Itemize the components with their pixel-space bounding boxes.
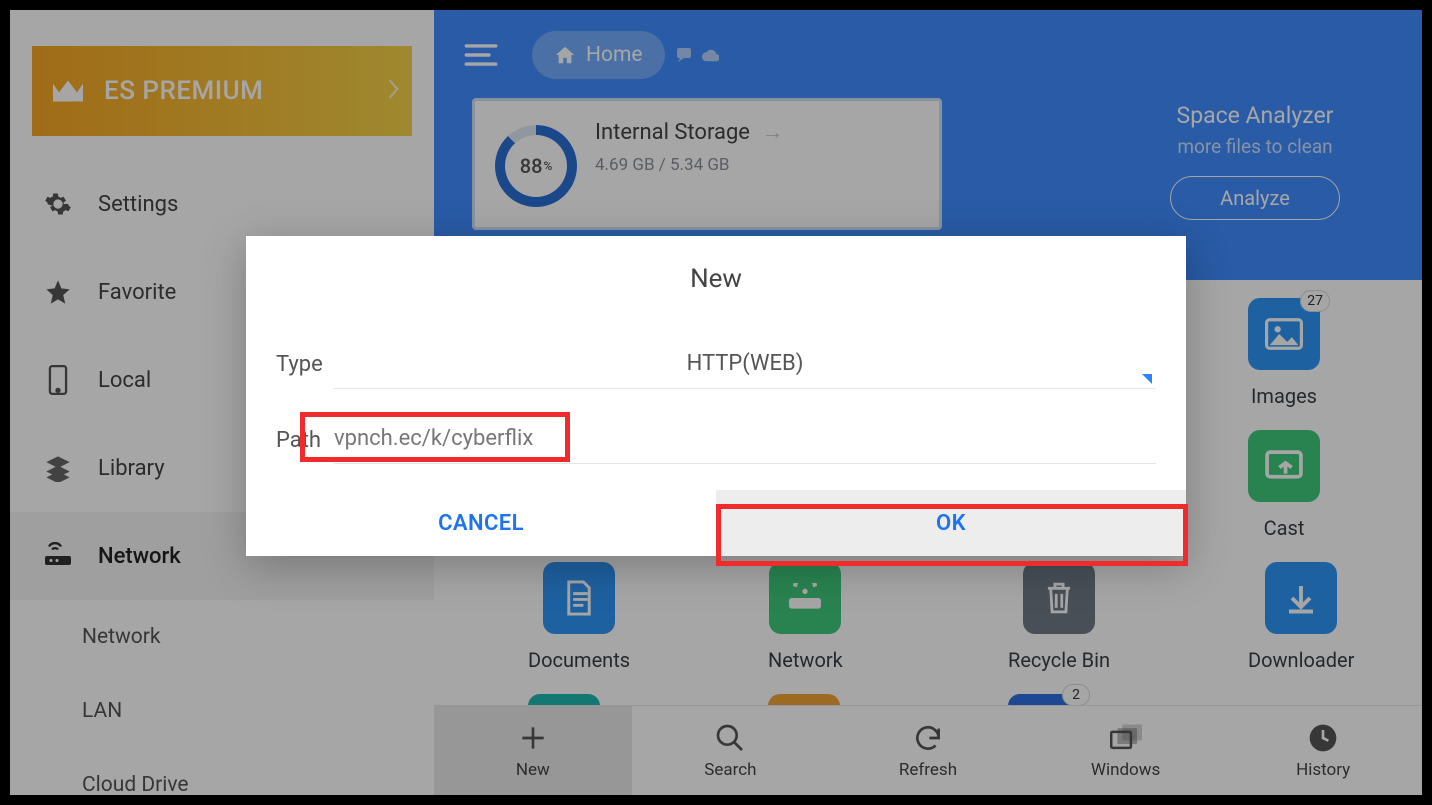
ok-button[interactable]: OK: [716, 490, 1186, 556]
path-label: Path: [276, 428, 334, 453]
dropdown-triangle-icon: [1142, 374, 1152, 384]
ok-label: OK: [936, 511, 966, 536]
dialog-title: New: [246, 236, 1186, 328]
type-select[interactable]: HTTP(WEB): [334, 339, 1156, 389]
dialog-actions: CANCEL OK: [246, 490, 1186, 556]
dialog-row-path: Path: [246, 400, 1186, 480]
cancel-label: CANCEL: [438, 511, 524, 536]
dialog-row-type: Type HTTP(WEB): [246, 328, 1186, 400]
path-input[interactable]: [334, 417, 1156, 461]
type-label: Type: [276, 352, 334, 377]
app-frame: ES PREMIUM Settings Favorite: [10, 10, 1422, 795]
new-dialog: New Type HTTP(WEB) Path CANCEL OK: [246, 236, 1186, 556]
cancel-button[interactable]: CANCEL: [246, 490, 716, 556]
type-value: HTTP(WEB): [687, 351, 804, 376]
